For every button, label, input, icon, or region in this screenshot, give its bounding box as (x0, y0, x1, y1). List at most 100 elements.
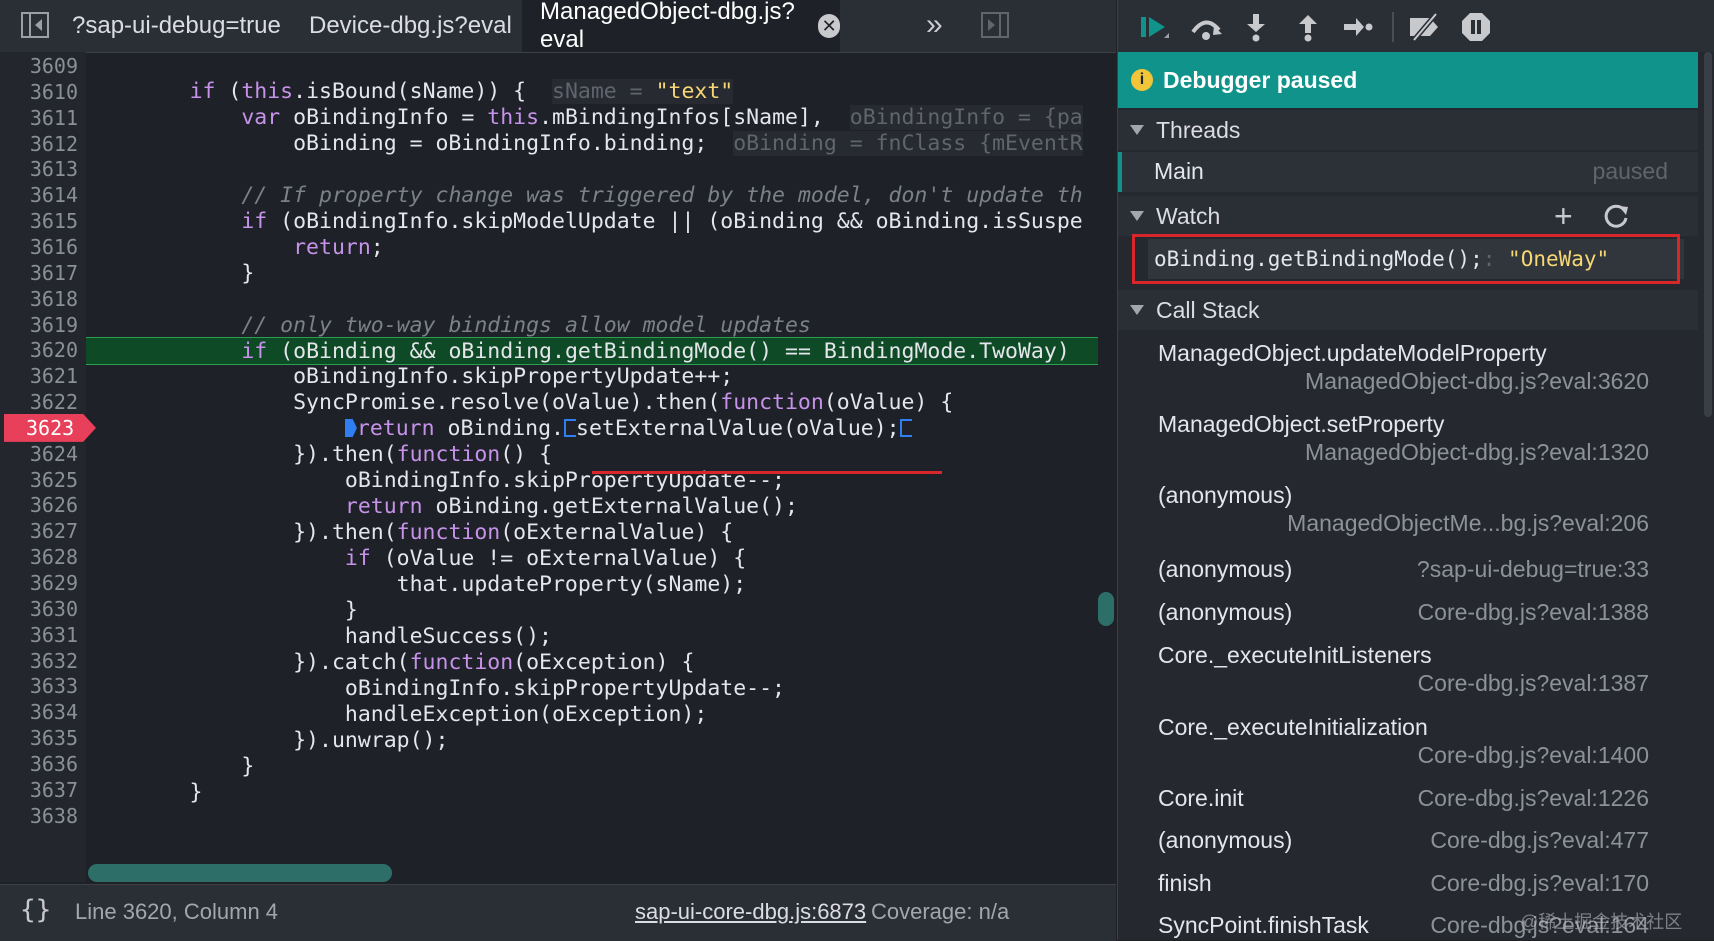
inline-breakpoint-icon[interactable] (344, 419, 357, 437)
line-number[interactable]: 3630 (0, 595, 78, 623)
line-number[interactable]: 3626 (0, 491, 78, 519)
collapse-triangle-icon (1130, 211, 1144, 221)
add-watch-icon[interactable]: + (1554, 198, 1573, 235)
code-line-3634: handleException(oException); (86, 702, 708, 727)
line-number[interactable]: 3611 (0, 104, 78, 132)
line-number[interactable]: 3618 (0, 285, 78, 313)
code-line-3612: oBinding = oBindingInfo.binding; oBindin… (86, 131, 1083, 156)
step-over-button[interactable] (1188, 10, 1224, 44)
line-number[interactable]: 3632 (0, 647, 78, 675)
cursor-position: Line 3620, Column 4 (75, 899, 279, 924)
code-line-3610: if (this.isBound(sName)) { sName = "text… (189, 79, 734, 104)
refresh-icon[interactable] (1602, 202, 1630, 230)
line-number[interactable]: 3633 (0, 672, 78, 700)
line-number[interactable]: 3610 (0, 78, 78, 106)
frame-function: (anonymous) (1158, 599, 1293, 625)
source-map-link[interactable]: sap-ui-core-dbg.js:6873 (635, 899, 866, 925)
code-line-3614: // If property change was triggered by t… (241, 183, 1083, 208)
call-stack-frame[interactable]: (anonymous) Core-dbg.js?eval:477 (1118, 827, 1698, 859)
pretty-print-icon[interactable]: {} (20, 895, 51, 925)
resume-button[interactable] (1136, 10, 1172, 44)
line-number[interactable]: 3624 (0, 440, 78, 468)
vertical-scrollbar[interactable] (1098, 592, 1114, 626)
tab-device-dbg[interactable]: Device-dbg.js?eval (309, 0, 512, 52)
code-line-3631: handleSuccess(); (86, 624, 552, 649)
line-number[interactable]: 3635 (0, 724, 78, 752)
call-stack-frame[interactable]: Core._executeInitialization Core-dbg.js?… (1118, 714, 1698, 778)
breakpoint-line-number[interactable]: 3623 (4, 413, 96, 442)
line-number[interactable]: 3638 (0, 802, 78, 830)
call-stack-frame[interactable]: (anonymous) ?sap-ui-debug=true:33 (1118, 556, 1698, 588)
line-number[interactable]: 3634 (0, 698, 78, 726)
code-line-3629: that.updateProperty(sName); (86, 572, 747, 597)
call-stack-frame[interactable]: ManagedObject.setProperty ManagedObject-… (1118, 411, 1698, 475)
frame-function: (anonymous) (1158, 827, 1293, 853)
step-over-icon (1191, 20, 1222, 40)
line-number[interactable]: 3627 (0, 517, 78, 545)
line-number[interactable]: 3620 (0, 336, 78, 364)
call-stack-frame[interactable]: Core.init Core-dbg.js?eval:1226 (1118, 785, 1698, 817)
line-number[interactable]: 3617 (0, 259, 78, 287)
line-number[interactable]: 3621 (0, 362, 78, 390)
line-number[interactable]: 3613 (0, 155, 78, 183)
line-number[interactable]: 3616 (0, 233, 78, 261)
deactivate-breakpoints-button[interactable] (1406, 10, 1442, 44)
call-stack-frame[interactable]: (anonymous) Core-dbg.js?eval:1388 (1118, 599, 1698, 631)
horizontal-scrollbar[interactable] (88, 864, 392, 882)
threads-section-header[interactable]: Threads (1118, 110, 1698, 150)
section-title: Call Stack (1156, 296, 1260, 323)
code-line-3621: oBindingInfo.skipPropertyUpdate++; (86, 364, 734, 389)
thread-item-main[interactable]: Main paused (1118, 152, 1698, 192)
inline-value: sName = "text" (552, 79, 734, 104)
toggle-navigator-button[interactable] (20, 10, 50, 40)
close-icon[interactable]: ✕ (818, 14, 840, 38)
code-line-3620-current: if (oBinding && oBinding.getBindingMode(… (86, 337, 1098, 365)
line-number[interactable]: 3636 (0, 750, 78, 778)
line-number[interactable]: 3625 (0, 466, 78, 494)
line-number[interactable]: 3619 (0, 311, 78, 339)
more-tabs-button[interactable]: » (926, 10, 943, 40)
step-icon (1344, 18, 1373, 36)
line-number[interactable]: 3637 (0, 776, 78, 804)
line-number[interactable]: 3631 (0, 621, 78, 649)
line-number[interactable]: 3614 (0, 181, 78, 209)
frame-function: (anonymous) (1158, 556, 1293, 582)
annotation-underline (592, 471, 942, 474)
editor-pane: ?sap-ui-debug=true Device-dbg.js?eval Ma… (0, 0, 1116, 941)
frame-location: Core-dbg.js?eval:1226 (1417, 785, 1649, 811)
toggle-debugger-button[interactable] (980, 10, 1010, 40)
pause-on-exceptions-icon (1462, 13, 1490, 41)
tab-label: Device-dbg.js?eval (309, 12, 512, 39)
debugger-paused-banner: i Debugger paused (1118, 52, 1698, 108)
frame-function: SyncPoint.finishTask (1158, 912, 1369, 938)
watch-section-header[interactable]: Watch + (1118, 196, 1698, 236)
call-stack-frame[interactable]: finish Core-dbg.js?eval:170 (1118, 870, 1698, 902)
line-number[interactable]: 3622 (0, 388, 78, 416)
step-out-button[interactable] (1290, 10, 1326, 44)
debugger-scrollbar[interactable] (1704, 52, 1712, 417)
code-editor[interactable]: if (this.isBound(sName)) { sName = "text… (86, 52, 1098, 882)
inline-breakpoint-icon[interactable] (899, 419, 912, 437)
tab-sap-ui-debug[interactable]: ?sap-ui-debug=true (72, 0, 281, 52)
paused-label: Debugger paused (1163, 66, 1358, 93)
code-line-3633: oBindingInfo.skipPropertyUpdate--; (86, 676, 785, 701)
line-number[interactable]: 3615 (0, 207, 78, 235)
code-line-3624: }).then(function() { (86, 442, 553, 467)
pause-on-exceptions-button[interactable] (1458, 10, 1494, 44)
code-line-3623: return oBinding. setExternalValue(oValue)… (86, 415, 1098, 443)
call-stack-section-header[interactable]: Call Stack (1118, 290, 1698, 330)
call-stack-frame[interactable]: ManagedObject.updateModelProperty Manage… (1118, 340, 1698, 404)
line-number[interactable]: 3609 (0, 52, 78, 80)
tab-managedobject-dbg[interactable]: ManagedObject-dbg.js?eval ✕ (522, 0, 840, 53)
code-line-3635: }).unwrap(); (86, 728, 449, 753)
line-number[interactable]: 3629 (0, 569, 78, 597)
call-stack-frame[interactable]: (anonymous) ManagedObjectMe...bg.js?eval… (1118, 482, 1698, 546)
frame-location: ManagedObject-dbg.js?eval:3620 (1305, 368, 1649, 394)
line-number[interactable]: 3612 (0, 130, 78, 158)
step-button[interactable] (1340, 10, 1376, 44)
call-stack-frame[interactable]: Core._executeInitListeners Core-dbg.js?e… (1118, 642, 1698, 706)
step-into-button[interactable] (1238, 10, 1274, 44)
line-number[interactable]: 3628 (0, 543, 78, 571)
line-number-gutter[interactable]: 3609 3610 3611 3612 3613 3614 3615 3616 3617 3618… (0, 52, 96, 882)
inline-breakpoint-icon[interactable] (564, 419, 577, 437)
